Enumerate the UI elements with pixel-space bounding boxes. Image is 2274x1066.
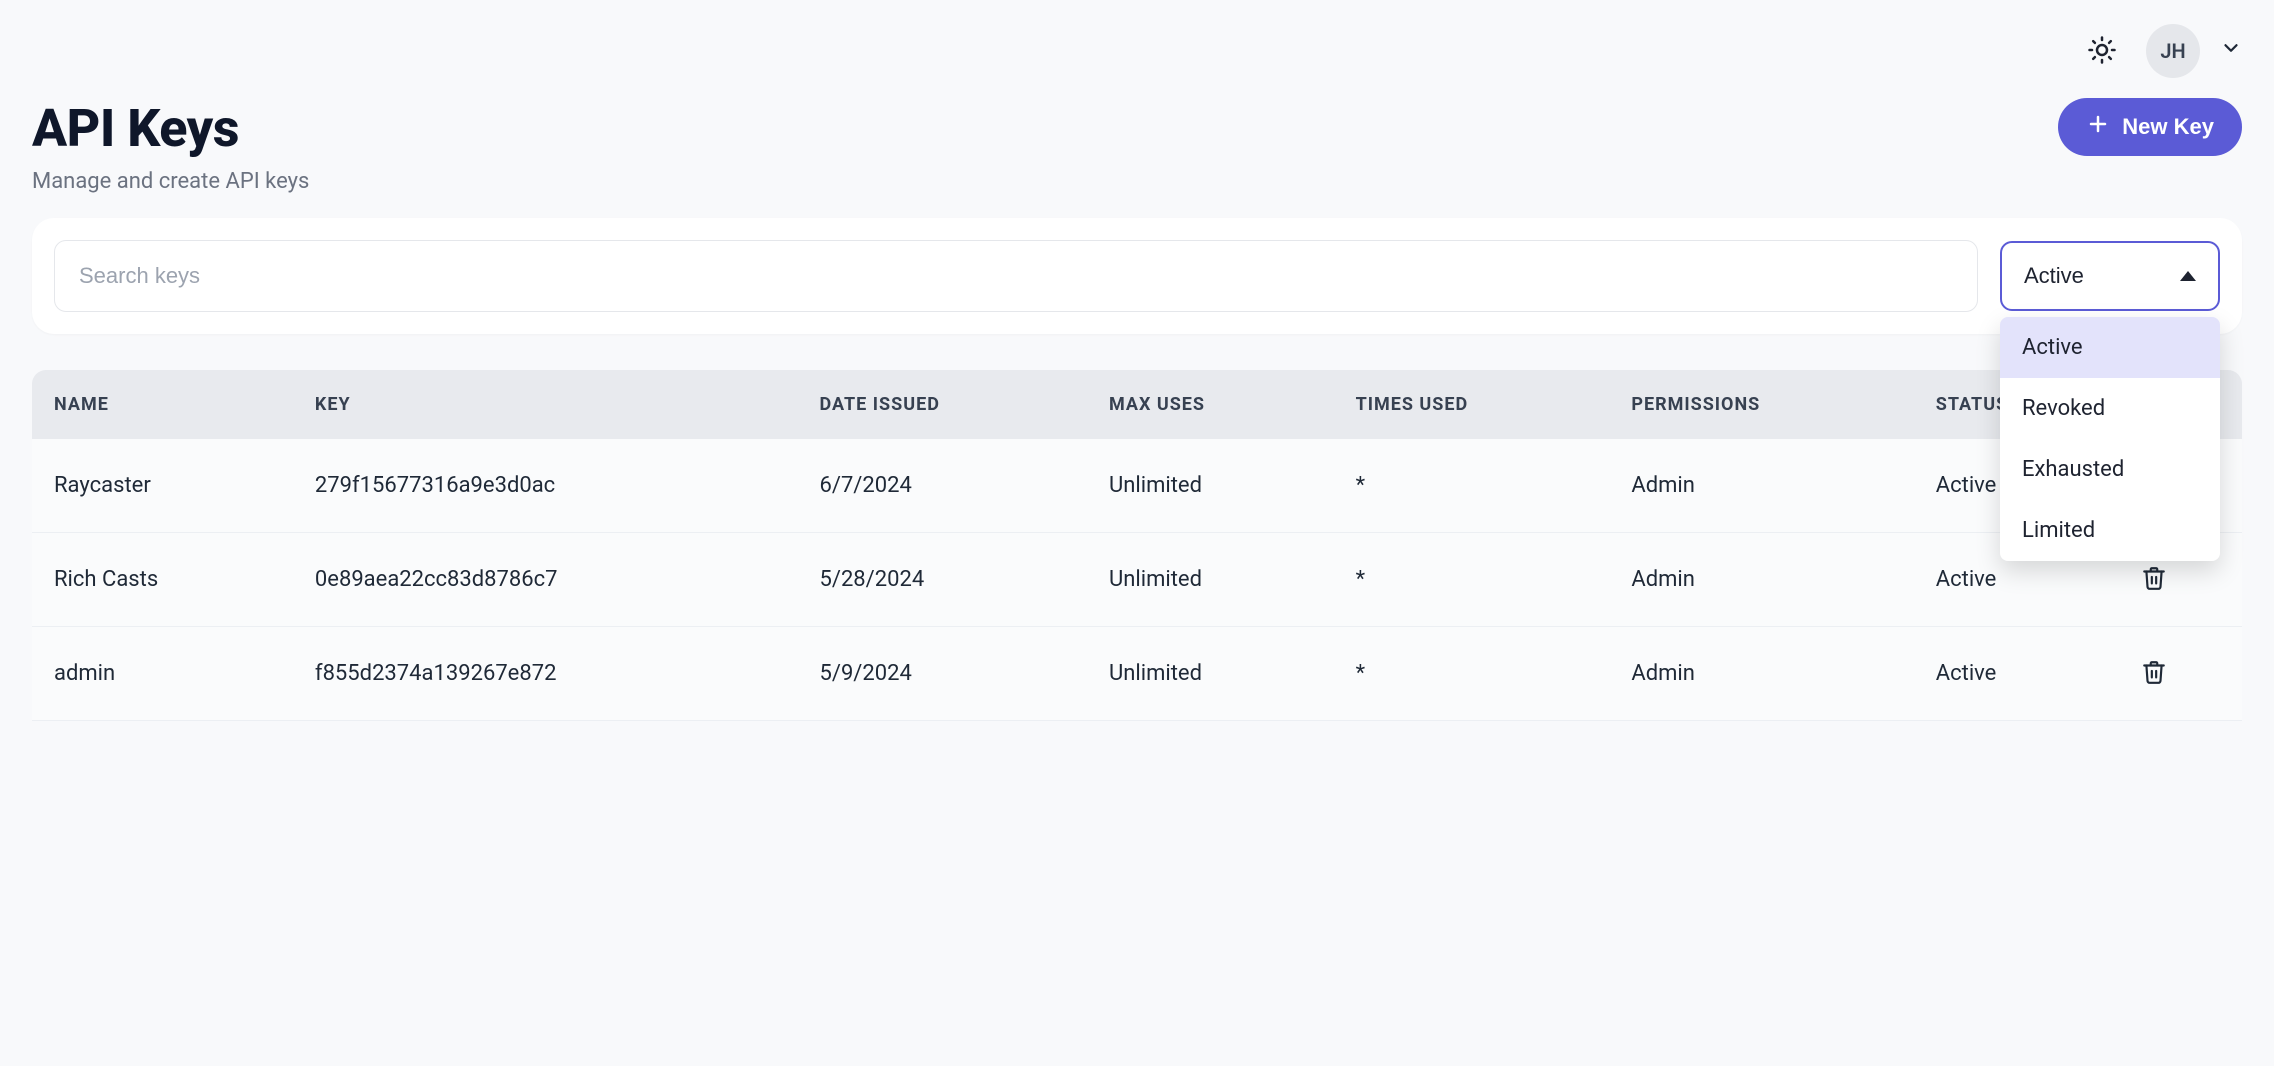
search-card: Active Active Revoked Exhausted Limited	[32, 218, 2242, 334]
delete-key-button[interactable]	[2141, 659, 2167, 688]
cell-times-used: *	[1334, 439, 1610, 533]
status-option-limited[interactable]: Limited	[2000, 500, 2220, 561]
cell-date: 6/7/2024	[798, 439, 1087, 533]
table-row: Raycaster279f15677316a9e3d0ac6/7/2024Unl…	[32, 439, 2242, 533]
cell-date: 5/9/2024	[798, 627, 1087, 721]
col-times-used: TIMES USED	[1334, 370, 1610, 439]
new-key-label: New Key	[2122, 114, 2214, 140]
table-row: Rich Casts0e89aea22cc83d8786c75/28/2024U…	[32, 533, 2242, 627]
cell-permissions: Admin	[1609, 533, 1913, 627]
plus-icon	[2086, 112, 2110, 142]
col-permissions: PERMISSIONS	[1609, 370, 1913, 439]
status-filter-dropdown: Active Revoked Exhausted Limited	[2000, 317, 2220, 561]
cell-max-uses: Unlimited	[1087, 439, 1334, 533]
table-header-row: NAME KEY DATE ISSUED MAX USES TIMES USED…	[32, 370, 2242, 439]
api-keys-table: NAME KEY DATE ISSUED MAX USES TIMES USED…	[32, 370, 2242, 721]
cell-actions	[2119, 627, 2242, 721]
sun-icon	[2087, 35, 2117, 68]
theme-toggle-button[interactable]	[2078, 27, 2126, 75]
cell-status: Active	[1914, 627, 2119, 721]
cell-key: f855d2374a139267e872	[293, 627, 798, 721]
trash-icon	[2141, 659, 2167, 688]
search-input[interactable]	[54, 240, 1978, 312]
cell-times-used: *	[1334, 627, 1610, 721]
col-name: NAME	[32, 370, 293, 439]
trash-icon	[2141, 565, 2167, 594]
table-row: adminf855d2374a139267e8725/9/2024Unlimit…	[32, 627, 2242, 721]
col-date-issued: DATE ISSUED	[798, 370, 1087, 439]
status-filter: Active Active Revoked Exhausted Limited	[2000, 241, 2220, 311]
cell-name: Raycaster	[32, 439, 293, 533]
avatar-initials: JH	[2160, 39, 2185, 63]
avatar: JH	[2146, 24, 2200, 78]
cell-times-used: *	[1334, 533, 1610, 627]
cell-name: Rich Casts	[32, 533, 293, 627]
caret-up-icon	[2180, 271, 2196, 281]
status-option-revoked[interactable]: Revoked	[2000, 378, 2220, 439]
col-key: KEY	[293, 370, 798, 439]
status-option-exhausted[interactable]: Exhausted	[2000, 439, 2220, 500]
user-menu[interactable]: JH	[2146, 24, 2242, 78]
cell-max-uses: Unlimited	[1087, 533, 1334, 627]
chevron-down-icon	[2220, 37, 2242, 65]
cell-date: 5/28/2024	[798, 533, 1087, 627]
status-filter-value: Active	[2024, 263, 2084, 289]
col-max-uses: MAX USES	[1087, 370, 1334, 439]
cell-key: 0e89aea22cc83d8786c7	[293, 533, 798, 627]
cell-key: 279f15677316a9e3d0ac	[293, 439, 798, 533]
delete-key-button[interactable]	[2141, 565, 2167, 594]
status-filter-select[interactable]: Active	[2000, 241, 2220, 311]
page-subtitle: Manage and create API keys	[32, 169, 309, 194]
new-key-button[interactable]: New Key	[2058, 98, 2242, 156]
topbar: JH	[32, 0, 2242, 90]
cell-max-uses: Unlimited	[1087, 627, 1334, 721]
cell-name: admin	[32, 627, 293, 721]
status-option-active[interactable]: Active	[2000, 317, 2220, 378]
cell-permissions: Admin	[1609, 627, 1913, 721]
page-title: API Keys	[32, 98, 309, 159]
cell-permissions: Admin	[1609, 439, 1913, 533]
